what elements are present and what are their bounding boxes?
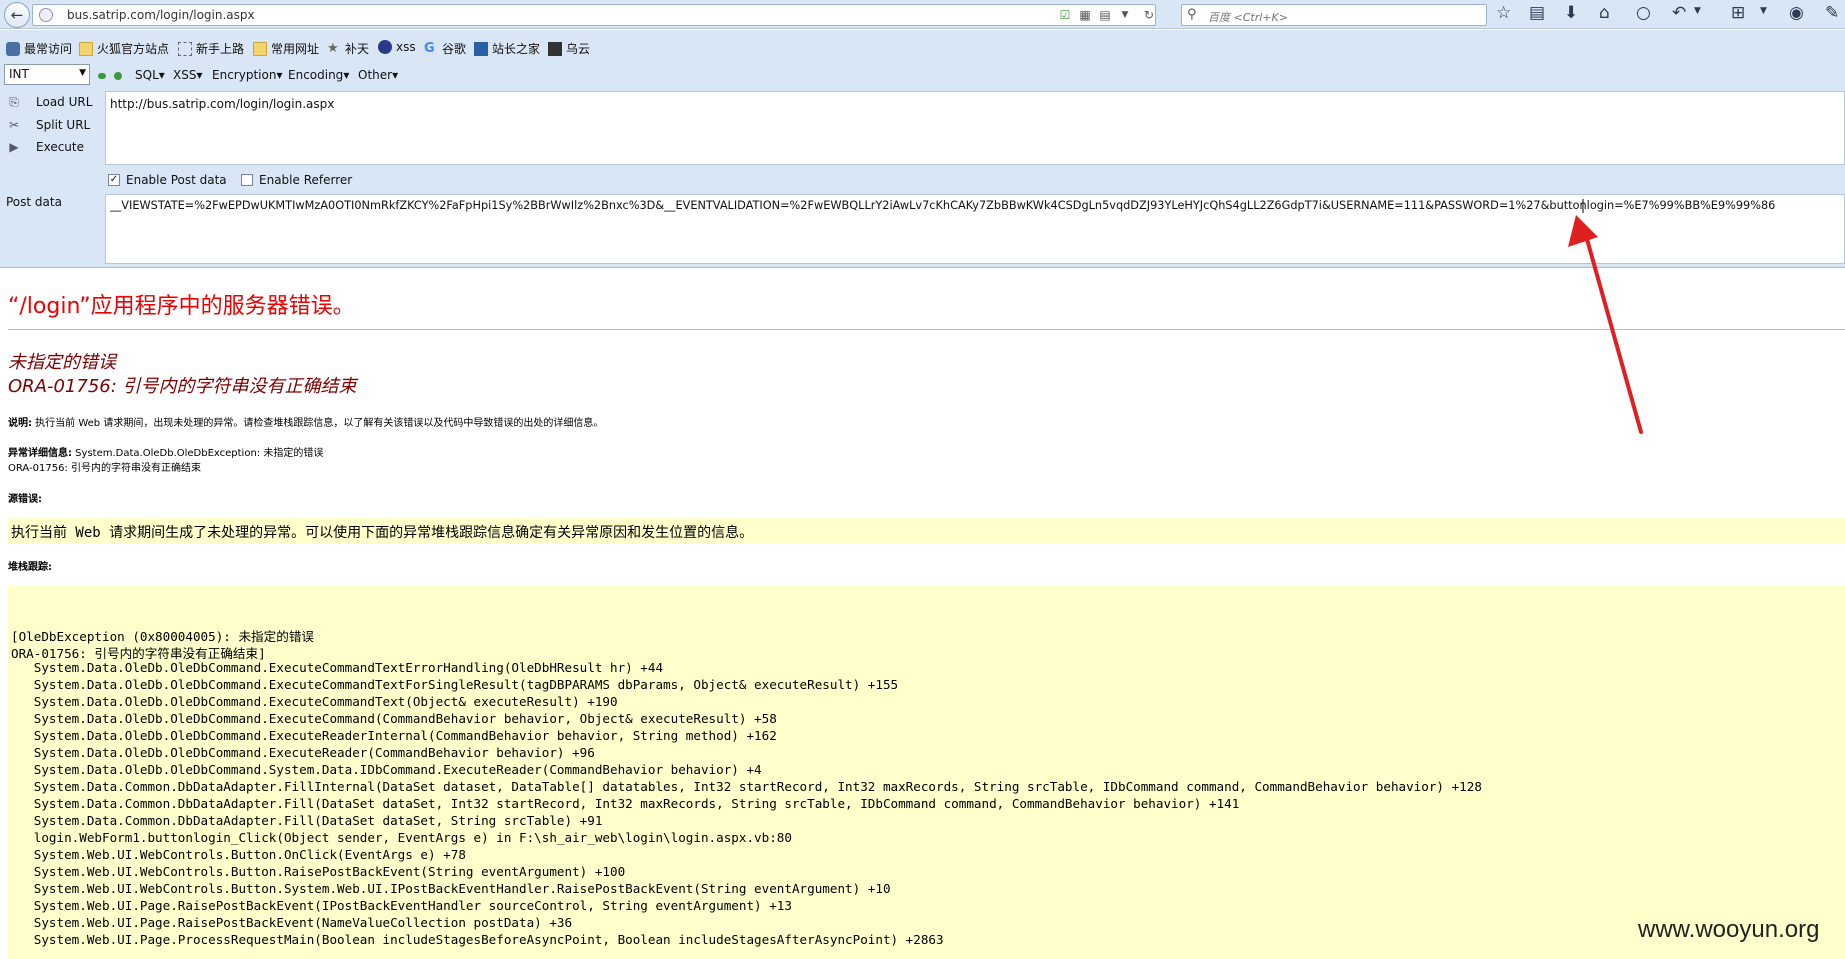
stack-line: System.Data.Common.DbDataAdapter.FillInt…	[11, 779, 1482, 794]
bookmark-item[interactable]: G 谷歌	[424, 40, 466, 57]
stack-trace-box: [OleDbException (0x80004005): 未指定的错误 ORA…	[8, 586, 1845, 959]
page-title: “/login”应用程序中的服务器错误。	[8, 294, 355, 319]
search-placeholder: 百度 <Ctrl+K>	[1208, 11, 1288, 24]
dotted-box-icon	[178, 41, 192, 56]
divider	[8, 329, 1845, 330]
bookmark-item[interactable]: xss	[378, 40, 416, 54]
stack-line: System.Web.UI.Page.RaisePostBackEvent(Na…	[11, 915, 573, 930]
stack-line: System.Data.OleDb.OleDbCommand.ExecuteRe…	[11, 745, 595, 760]
globe-icon	[39, 8, 53, 22]
checkbox-checked: ✓	[108, 174, 120, 186]
globe-icon	[378, 40, 392, 54]
chevron-down-icon: ▼	[79, 68, 86, 78]
post-data-textarea[interactable]: __VIEWSTATE=%2FwEPDwUKMTIwMzA0OTI0NmRkfZ…	[105, 194, 1845, 264]
bookmark-item[interactable]: 最常访问	[6, 40, 72, 57]
source-error-label: 源错误:	[8, 494, 42, 505]
gear-icon	[6, 41, 20, 56]
undo-dropdown-icon[interactable]: ▼	[1694, 7, 1701, 16]
address-bar-url: bus.satrip.com/login/login.aspx	[67, 8, 255, 22]
error-message: ORA-01756: 引号内的字符串没有正确结束	[8, 376, 357, 397]
bookmarks-list-icon[interactable]: ▤	[1529, 5, 1545, 22]
enable-referrer-checkbox[interactable]: Enable Referrer	[241, 173, 352, 187]
bookmark-item[interactable]: 乌云	[548, 40, 590, 57]
reader-icon[interactable]: ▤	[1097, 7, 1113, 23]
plus-icon[interactable]	[114, 72, 122, 80]
google-icon: G	[424, 40, 435, 56]
execute-button[interactable]: ▶ Execute	[6, 139, 84, 155]
stack-line: System.Data.OleDb.OleDbCommand.ExecuteCo…	[11, 660, 664, 675]
stack-line: System.Data.OleDb.OleDbCommand.ExecuteCo…	[11, 711, 777, 726]
back-button[interactable]: ←	[4, 2, 30, 28]
crop-icon[interactable]: ⊞	[1731, 5, 1745, 22]
bookmark-item[interactable]: 火狐官方站点	[79, 40, 169, 57]
stack-line: System.Data.Common.DbDataAdapter.Fill(Da…	[11, 796, 1240, 811]
stack-line: System.Web.UI.Page.ProcessRequestMain(Bo…	[11, 932, 944, 947]
address-bar[interactable]: bus.satrip.com/login/login.aspx ☑ ▦ ▤ ▼ …	[32, 4, 1156, 26]
stack-trace-label: 堆栈跟踪:	[8, 562, 52, 573]
hackbar-panel: ⎘ Load URL ✂ Split URL ▶ Execute http://bus…	[0, 88, 1845, 268]
source-error-box: 执行当前 Web 请求期间生成了未处理的异常。可以使用下面的异常堆栈跟踪信息确定…	[8, 518, 1845, 544]
menu-encoding[interactable]: Encoding▾	[288, 68, 349, 82]
browser-toolbar: ← bus.satrip.com/login/login.aspx ☑ ▦ ▤ …	[0, 0, 1845, 29]
play-icon: ▶	[9, 140, 19, 154]
load-icon: ⎘	[9, 94, 19, 109]
menu-other[interactable]: Other▾	[358, 68, 398, 82]
search-box[interactable]: ⚲ 百度 <Ctrl+K>	[1181, 4, 1487, 26]
wooyun-icon	[548, 41, 562, 56]
bookmark-item[interactable]: 新手上路	[178, 40, 244, 57]
checkbox-unchecked	[241, 174, 253, 186]
stack-line: System.Data.OleDb.OleDbCommand.System.Da…	[11, 762, 762, 777]
search-icon: ⚲	[1187, 7, 1197, 22]
undo-icon[interactable]: ↶	[1672, 5, 1686, 22]
split-url-button[interactable]: ✂ Split URL	[6, 117, 90, 133]
star-icon: ★	[327, 40, 339, 56]
url-textarea[interactable]: http://bus.satrip.com/login/login.aspx	[105, 91, 1845, 165]
watermark: www.wooyun.org	[1638, 916, 1820, 943]
menu-sql[interactable]: SQL▾	[135, 68, 165, 82]
post-data-label: Post data	[6, 195, 62, 209]
stack-line: System.Data.OleDb.OleDbCommand.ExecuteCo…	[11, 677, 899, 692]
type-select[interactable]: INT ▼	[4, 64, 90, 85]
crop-dropdown-icon[interactable]: ▼	[1760, 7, 1767, 16]
extension-icon[interactable]: ✎	[1825, 5, 1839, 22]
comment-icon[interactable]: ◉	[1789, 5, 1804, 22]
stack-line: System.Data.OleDb.OleDbCommand.ExecuteRe…	[11, 728, 777, 743]
bookmark-item[interactable]: ★ 补天	[327, 40, 369, 57]
stack-line: System.Web.UI.WebControls.Button.RaisePo…	[11, 864, 626, 879]
scissors-icon: ✂	[8, 118, 20, 132]
stack-line: login.WebForm1.buttonlogin_Click(Object …	[11, 830, 792, 845]
folder-icon	[79, 41, 93, 56]
stack-line: System.Web.UI.Page.RaisePostBackEvent(IP…	[11, 898, 792, 913]
page-content: “/login”应用程序中的服务器错误。 未指定的错误 ORA-01756: 引…	[0, 270, 1845, 959]
bookmark-icon	[474, 41, 488, 56]
bookmark-item[interactable]: 站长之家	[474, 40, 540, 57]
description: 说明: 执行当前 Web 请求期间，出现未处理的异常。请检查堆栈跟踪信息，以了解…	[8, 418, 604, 429]
menu-xss[interactable]: XSS▾	[173, 68, 203, 82]
folder-icon	[253, 41, 267, 56]
bookmark-item[interactable]: 常用网址	[253, 40, 319, 57]
download-icon[interactable]: ⬇	[1564, 5, 1578, 22]
menu-encryption[interactable]: Encryption▾	[212, 68, 282, 82]
hackbar-toolbar: INT ▼ SQL▾ XSS▾ Encryption▾ Encoding▾ Oth…	[0, 62, 1845, 88]
stack-line: System.Web.UI.WebControls.Button.OnClick…	[11, 847, 466, 862]
bookmarks-bar: 最常访问 火狐官方站点 新手上路 常用网址 ★ 补天 xss G 谷歌 站长之家 乌…	[0, 30, 1845, 66]
stack-line: System.Data.Common.DbDataAdapter.Fill(Da…	[11, 813, 603, 828]
home-icon[interactable]: ⌂	[1599, 5, 1610, 22]
stack-line: System.Data.OleDb.OleDbCommand.ExecuteCo…	[11, 694, 618, 709]
star-bookmark-icon[interactable]: ☆	[1496, 5, 1511, 22]
error-subtitle: 未指定的错误	[8, 352, 116, 373]
exception-details: 异常详细信息: System.Data.OleDb.OleDbException…	[8, 448, 324, 459]
qr-icon[interactable]: ▦	[1077, 7, 1093, 23]
minus-icon[interactable]	[98, 73, 106, 79]
shield-icon[interactable]: ☑	[1057, 7, 1073, 23]
load-url-button[interactable]: ⎘ Load URL	[6, 94, 92, 110]
stack-line: System.Web.UI.WebControls.Button.System.…	[11, 881, 891, 896]
dropdown-arrow-icon[interactable]: ▼	[1117, 7, 1133, 23]
chat-icon[interactable]: ○	[1636, 5, 1651, 22]
enable-post-checkbox[interactable]: ✓ Enable Post data	[108, 173, 227, 187]
reload-icon[interactable]: ↻	[1141, 7, 1157, 23]
exception-details-line2: ORA-01756: 引号内的字符串没有正确结束	[8, 463, 202, 474]
